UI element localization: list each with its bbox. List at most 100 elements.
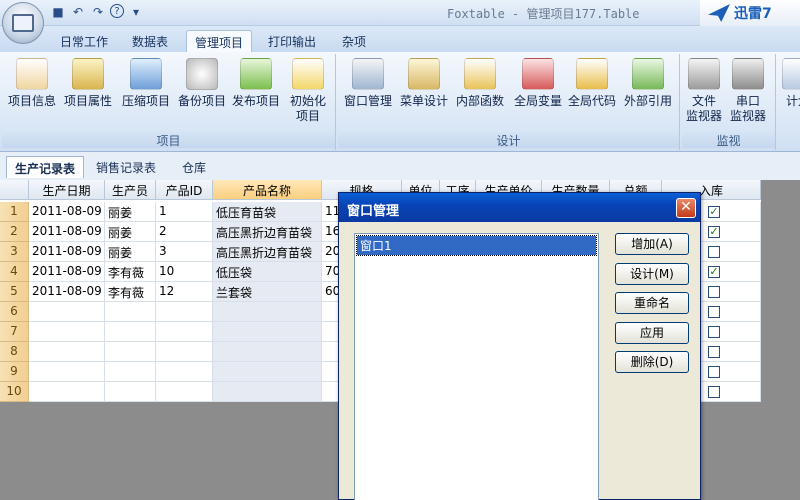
- cell-product-id[interactable]: 3: [156, 242, 213, 262]
- global-variables-button[interactable]: 全局变量: [514, 58, 562, 109]
- global-code-button[interactable]: 全局代码: [568, 58, 616, 109]
- row-number[interactable]: 5: [0, 282, 29, 302]
- plan-button[interactable]: 计划: [782, 58, 800, 109]
- customize-icon[interactable]: ▾: [128, 4, 144, 20]
- tab-print-output[interactable]: 打印输出: [260, 30, 324, 52]
- cell-product-id[interactable]: 1: [156, 202, 213, 222]
- window-manager-button[interactable]: 窗口管理: [344, 58, 392, 109]
- help-icon[interactable]: ?: [110, 4, 124, 18]
- cell-worker[interactable]: 丽姜: [105, 242, 156, 262]
- cell-product-name[interactable]: 兰套袋: [213, 282, 322, 302]
- cell-product-name[interactable]: 低压袋: [213, 262, 322, 282]
- menu-design-button[interactable]: 菜单设计: [400, 58, 448, 109]
- cell-product-name[interactable]: [213, 302, 322, 322]
- row-number[interactable]: 8: [0, 342, 29, 362]
- window-list[interactable]: 窗口1: [354, 233, 599, 500]
- checkbox-empty-icon[interactable]: [708, 326, 720, 338]
- cell-date[interactable]: [29, 362, 105, 382]
- close-icon[interactable]: ✕: [676, 198, 696, 218]
- redo-icon[interactable]: ↷: [90, 4, 106, 20]
- column-header-selected[interactable]: 产品名称: [213, 180, 322, 200]
- cell-date[interactable]: [29, 302, 105, 322]
- cell-date[interactable]: 2011-08-09: [29, 242, 105, 262]
- column-header[interactable]: 生产日期: [29, 180, 105, 200]
- cell-product-name[interactable]: 高压黑折边育苗袋: [213, 242, 322, 262]
- row-number[interactable]: 2: [0, 222, 29, 242]
- cell-date[interactable]: [29, 322, 105, 342]
- checkbox-empty-icon[interactable]: [708, 346, 720, 358]
- row-number[interactable]: 4: [0, 262, 29, 282]
- cell-date[interactable]: [29, 382, 105, 402]
- backup-project-button[interactable]: 备份项目: [178, 58, 226, 109]
- internal-functions-button[interactable]: 内部函数: [456, 58, 504, 109]
- cell-worker[interactable]: [105, 302, 156, 322]
- cell-worker[interactable]: 李有薇: [105, 262, 156, 282]
- app-menu-button[interactable]: [2, 2, 44, 44]
- sheet-tab-production[interactable]: 生产记录表: [6, 156, 85, 178]
- cell-product-id[interactable]: [156, 382, 213, 402]
- design-button[interactable]: 设计(M): [615, 263, 689, 285]
- compress-project-button[interactable]: 压缩项目: [122, 58, 170, 109]
- row-number[interactable]: 6: [0, 302, 29, 322]
- rename-button[interactable]: 重命名: [615, 292, 689, 314]
- project-info-button[interactable]: 项目信息: [8, 58, 56, 109]
- cell-product-id[interactable]: [156, 302, 213, 322]
- publish-project-button[interactable]: 发布项目: [232, 58, 280, 109]
- cell-worker[interactable]: 丽姜: [105, 222, 156, 242]
- serial-monitor-button[interactable]: 串口 监视器: [730, 58, 766, 124]
- cell-product-id[interactable]: [156, 362, 213, 382]
- cell-date[interactable]: 2011-08-09: [29, 282, 105, 302]
- row-number[interactable]: 10: [0, 382, 29, 402]
- checkbox-empty-icon[interactable]: [708, 366, 720, 378]
- checkbox-checked-icon[interactable]: ✓: [708, 266, 720, 278]
- cell-product-name[interactable]: [213, 382, 322, 402]
- undo-icon[interactable]: ↶: [70, 4, 86, 20]
- tab-data-table[interactable]: 数据表: [124, 30, 176, 52]
- checkbox-empty-icon[interactable]: [708, 306, 720, 318]
- cell-product-name[interactable]: 高压黑折边育苗袋: [213, 222, 322, 242]
- external-references-button[interactable]: 外部引用: [624, 58, 672, 109]
- cell-product-name[interactable]: [213, 342, 322, 362]
- cell-product-name[interactable]: [213, 362, 322, 382]
- cell-worker[interactable]: [105, 362, 156, 382]
- checkbox-empty-icon[interactable]: [708, 246, 720, 258]
- apply-button[interactable]: 应用: [615, 322, 689, 344]
- cell-worker[interactable]: [105, 382, 156, 402]
- cell-product-id[interactable]: 12: [156, 282, 213, 302]
- tab-manage-project[interactable]: 管理项目: [186, 30, 253, 52]
- cell-worker[interactable]: 李有薇: [105, 282, 156, 302]
- cell-product-name[interactable]: [213, 322, 322, 342]
- cell-product-id[interactable]: 2: [156, 222, 213, 242]
- tab-daily-work[interactable]: 日常工作: [52, 30, 116, 52]
- checkbox-empty-icon[interactable]: [708, 286, 720, 298]
- row-number[interactable]: 7: [0, 322, 29, 342]
- tab-misc[interactable]: 杂项: [334, 30, 374, 52]
- column-header[interactable]: 生产员: [105, 180, 156, 200]
- sheet-tab-warehouse[interactable]: 仓库: [174, 156, 214, 178]
- delete-button[interactable]: 删除(D): [615, 351, 689, 373]
- cell-product-id[interactable]: [156, 342, 213, 362]
- cell-worker[interactable]: 丽姜: [105, 202, 156, 222]
- list-item[interactable]: 窗口1: [356, 235, 597, 256]
- column-header[interactable]: 产品ID: [156, 180, 213, 200]
- row-number[interactable]: 1: [0, 202, 29, 222]
- checkbox-empty-icon[interactable]: [708, 386, 720, 398]
- sheet-tab-sales[interactable]: 销售记录表: [88, 156, 164, 178]
- checkbox-checked-icon[interactable]: ✓: [708, 226, 720, 238]
- cell-date[interactable]: [29, 342, 105, 362]
- cell-worker[interactable]: [105, 322, 156, 342]
- save-icon[interactable]: ■: [50, 4, 66, 20]
- initialize-project-button[interactable]: 初始化 项目: [290, 58, 326, 124]
- cell-product-id[interactable]: [156, 322, 213, 342]
- row-number[interactable]: 3: [0, 242, 29, 262]
- file-monitor-button[interactable]: 文件 监视器: [686, 58, 722, 124]
- project-properties-button[interactable]: 项目属性: [64, 58, 112, 109]
- select-all-corner[interactable]: [0, 180, 29, 200]
- cell-product-id[interactable]: 10: [156, 262, 213, 282]
- cell-worker[interactable]: [105, 342, 156, 362]
- cell-product-name[interactable]: 低压育苗袋: [213, 202, 322, 222]
- cell-date[interactable]: 2011-08-09: [29, 222, 105, 242]
- cell-date[interactable]: 2011-08-09: [29, 202, 105, 222]
- add-button[interactable]: 增加(A): [615, 233, 689, 255]
- cell-date[interactable]: 2011-08-09: [29, 262, 105, 282]
